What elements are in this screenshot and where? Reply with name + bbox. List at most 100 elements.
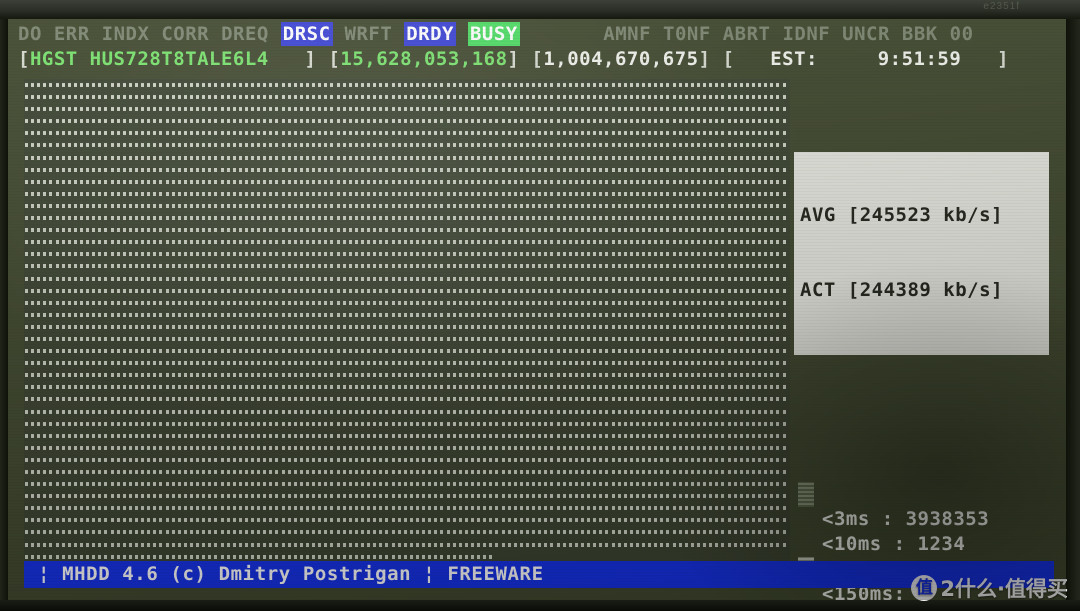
- block-map-row: [24, 514, 790, 527]
- block-map-cell: [781, 441, 788, 454]
- block-map-cell: [781, 127, 788, 140]
- status-flag-indx: INDX: [101, 23, 150, 45]
- est-label: EST:: [770, 48, 818, 70]
- flag-spacer: [890, 22, 902, 46]
- block-map-row: [24, 187, 790, 200]
- block-map-row: [24, 236, 790, 249]
- block-map-row: [24, 127, 790, 140]
- block-map-row: [24, 199, 790, 213]
- block-map-row: [24, 453, 790, 466]
- block-map-cell: [781, 538, 788, 551]
- total-sectors: 15,628,053,168: [340, 48, 508, 70]
- flag-spacer: [269, 22, 281, 46]
- block-map-row: [24, 357, 790, 370]
- flag-spacer: [42, 22, 54, 46]
- monitor-model-label: e2351f: [983, 1, 1020, 12]
- block-map-cell: [781, 332, 788, 346]
- flag-spacer: [651, 22, 663, 46]
- block-map-row: [24, 429, 790, 442]
- status-flag-amnf: AMNF: [603, 23, 652, 45]
- block-map-cell: [781, 345, 788, 358]
- block-map-row: [24, 538, 790, 551]
- monitor-bezel-top: e2351f: [0, 0, 1080, 19]
- block-map-cell: [781, 272, 788, 285]
- block-map-row: [24, 381, 790, 394]
- block-map-cell: [781, 320, 788, 333]
- status-flag-bbk: BBK: [901, 23, 938, 45]
- block-map-row: [24, 91, 790, 104]
- block-map-row: [24, 417, 790, 430]
- block-map-cell: [781, 478, 788, 491]
- status-flag-busy: BUSY: [467, 22, 520, 46]
- block-map-row: [24, 466, 790, 479]
- block-map-cell: [781, 103, 788, 116]
- status-flag-err: ERR: [53, 23, 90, 45]
- flag-spacer: [90, 22, 102, 46]
- block-map-cell: [781, 91, 788, 104]
- block-map-row: [24, 175, 790, 188]
- est-value: 9:51:59: [877, 48, 962, 70]
- monitor-bezel-right: [1066, 19, 1080, 600]
- block-map-cell: [781, 115, 788, 128]
- block-map-cell: [781, 357, 788, 370]
- block-map-row: [24, 308, 790, 321]
- monitor-photo: e2351f DO ERR INDX CORR DREQ DRSC WRFT D…: [0, 0, 1080, 611]
- flag-spacer: [974, 22, 986, 46]
- flag-spacer: [149, 22, 161, 46]
- drive-status-flags: DO ERR INDX CORR DREQ DRSC WRFT DRDY BUS…: [18, 22, 986, 46]
- block-map-cell: [781, 139, 788, 152]
- block-map-row: [24, 103, 790, 116]
- block-map-row: [24, 272, 790, 285]
- status-flag-00: 00: [949, 23, 974, 45]
- block-map-cell: [781, 296, 788, 309]
- block-map-row: [24, 332, 790, 346]
- block-map-cell: [781, 224, 788, 237]
- block-map-row: [24, 393, 790, 406]
- flag-spacer: [711, 22, 723, 46]
- block-map-cell: [781, 502, 788, 515]
- block-map-row: [24, 441, 790, 454]
- block-map-cell: [781, 369, 788, 382]
- block-map-cell: [781, 308, 788, 321]
- block-map-row: [24, 405, 790, 418]
- flag-spacer: [938, 22, 950, 46]
- block-map-row: [24, 502, 790, 515]
- flag-spacer: [456, 22, 468, 46]
- block-map-cell: [781, 199, 788, 213]
- block-map-row: [24, 478, 790, 491]
- block-map-row: [24, 151, 790, 164]
- flag-spacer: [771, 22, 783, 46]
- sector-block-map[interactable]: [24, 79, 790, 566]
- block-map-cell: [781, 212, 788, 225]
- block-map-row: [24, 79, 790, 92]
- block-map-row: [24, 490, 790, 503]
- block-map-cell: [781, 79, 788, 92]
- block-map-row: [24, 163, 790, 176]
- status-flag-uncr: UNCR: [842, 23, 890, 45]
- block-map-cell: [781, 429, 788, 442]
- flag-spacer: [520, 22, 532, 46]
- status-flag-do: DO: [18, 23, 42, 45]
- block-map-cell: [781, 187, 788, 200]
- flag-spacer: [830, 22, 842, 46]
- block-map-row: [24, 139, 790, 152]
- flag-spacer: [209, 22, 221, 46]
- block-map-cell: [781, 526, 788, 539]
- block-map-cell: [781, 248, 788, 261]
- monitor-bezel-left: [0, 19, 8, 600]
- block-map-cell: [781, 453, 788, 466]
- status-flag-corr: CORR: [161, 23, 210, 45]
- block-map-row: [24, 248, 790, 261]
- current-sector: 1,004,670,675: [543, 48, 699, 70]
- block-map-cell: [781, 490, 788, 503]
- block-map-cell: [781, 163, 788, 176]
- flag-spacer: [333, 22, 345, 46]
- drive-model: HGST HUS728T8TALE6L4: [29, 48, 269, 70]
- block-map-row: [24, 320, 790, 333]
- status-flag-abrt: ABRT: [722, 23, 771, 45]
- block-map-row: [24, 212, 790, 225]
- block-map-cell: [781, 417, 788, 430]
- block-map-cell: [781, 284, 788, 297]
- block-map-row: [24, 345, 790, 358]
- block-map-cell: [781, 393, 788, 406]
